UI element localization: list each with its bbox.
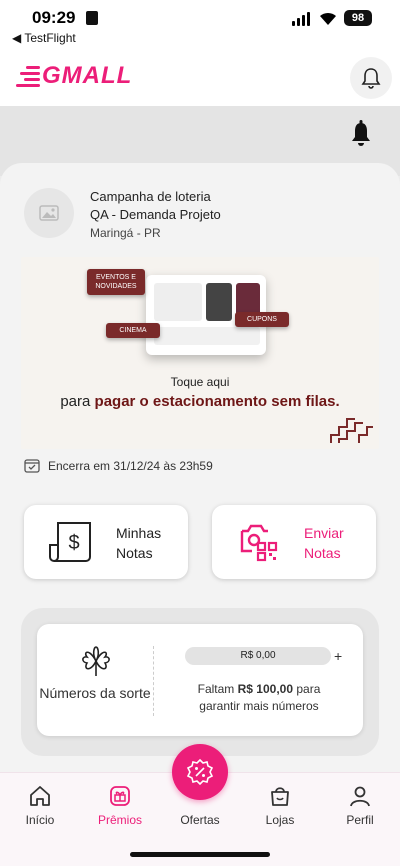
banner-tag-events: EVENTOS E NOVIDADES [87, 269, 145, 295]
discount-icon [186, 758, 214, 786]
gmall-logo: GMALL [16, 62, 132, 90]
status-time: 09:29 [32, 8, 76, 27]
banner-pattern-decoration [330, 418, 373, 443]
logo-speed-lines [16, 65, 40, 87]
app-header: GMALL [0, 50, 400, 106]
svg-text:$: $ [68, 532, 79, 554]
tab-lojas[interactable]: Lojas [245, 783, 315, 827]
campaign-title: Campanha de loteria [90, 189, 211, 204]
status-bar: 09:29 ◀ TestFlight 98 [0, 0, 400, 50]
offers-fab-button[interactable] [172, 744, 228, 800]
receipt-dollar-icon: $ [49, 522, 91, 562]
tab-inicio[interactable]: Início [5, 783, 75, 827]
lucky-remaining-message: Faltam R$ 100,00 para garantir mais núme… [197, 682, 321, 713]
wifi-icon [320, 12, 336, 25]
bell-icon[interactable] [350, 120, 372, 148]
lucky-numbers-label: Números da sorte [39, 685, 151, 701]
camera-qr-icon [240, 524, 278, 562]
my-receipts-button[interactable]: $ Minhas Notas [24, 505, 188, 579]
shopping-bag-icon [271, 787, 289, 806]
notifications-button[interactable] [350, 57, 392, 99]
campaign-location: Maringá - PR [90, 226, 161, 240]
send-receipts-label: Enviar Notas [304, 525, 344, 561]
lucky-numbers-card[interactable]: Números da sorte R$ 0,00 + Faltam R$ 100… [37, 624, 363, 736]
battery-indicator: 98 [344, 10, 372, 26]
send-receipts-button[interactable]: Enviar Notas [212, 505, 376, 579]
parking-promo-banner[interactable]: EVENTOS E NOVIDADES CINEMA CUPONS Toque … [21, 257, 379, 449]
calendar-icon [24, 459, 40, 473]
plus-icon: + [334, 648, 343, 664]
campaign-image-placeholder [24, 188, 74, 238]
campaign-end-date: Encerra em 31/12/24 às 23h59 [24, 458, 213, 473]
banner-tag-coupons: CUPONS [235, 312, 289, 327]
home-indicator [130, 852, 270, 857]
signal-icon [292, 12, 310, 26]
lucky-progress-bar: R$ 0,00 [185, 647, 331, 665]
banner-tag-cinema: CINEMA [106, 323, 160, 338]
campaign-subtitle: QA - Demanda Projeto [90, 207, 221, 222]
id-card-icon [86, 11, 98, 25]
gift-icon [110, 786, 130, 806]
banner-line-1: Toque aqui [170, 375, 230, 389]
tab-perfil[interactable]: Perfil [325, 783, 395, 827]
bell-icon [361, 68, 381, 89]
banner-line-2: para pagar o estacionamento sem filas. [60, 393, 340, 410]
my-receipts-label: Minhas Notas [116, 525, 162, 561]
back-to-testflight-link[interactable]: ◀ TestFlight [12, 31, 76, 45]
clover-icon [82, 646, 110, 676]
home-icon [30, 786, 50, 806]
divider [153, 646, 154, 716]
tab-premios[interactable]: Prêmios [85, 783, 155, 827]
image-icon [39, 205, 59, 221]
user-icon [350, 786, 370, 807]
